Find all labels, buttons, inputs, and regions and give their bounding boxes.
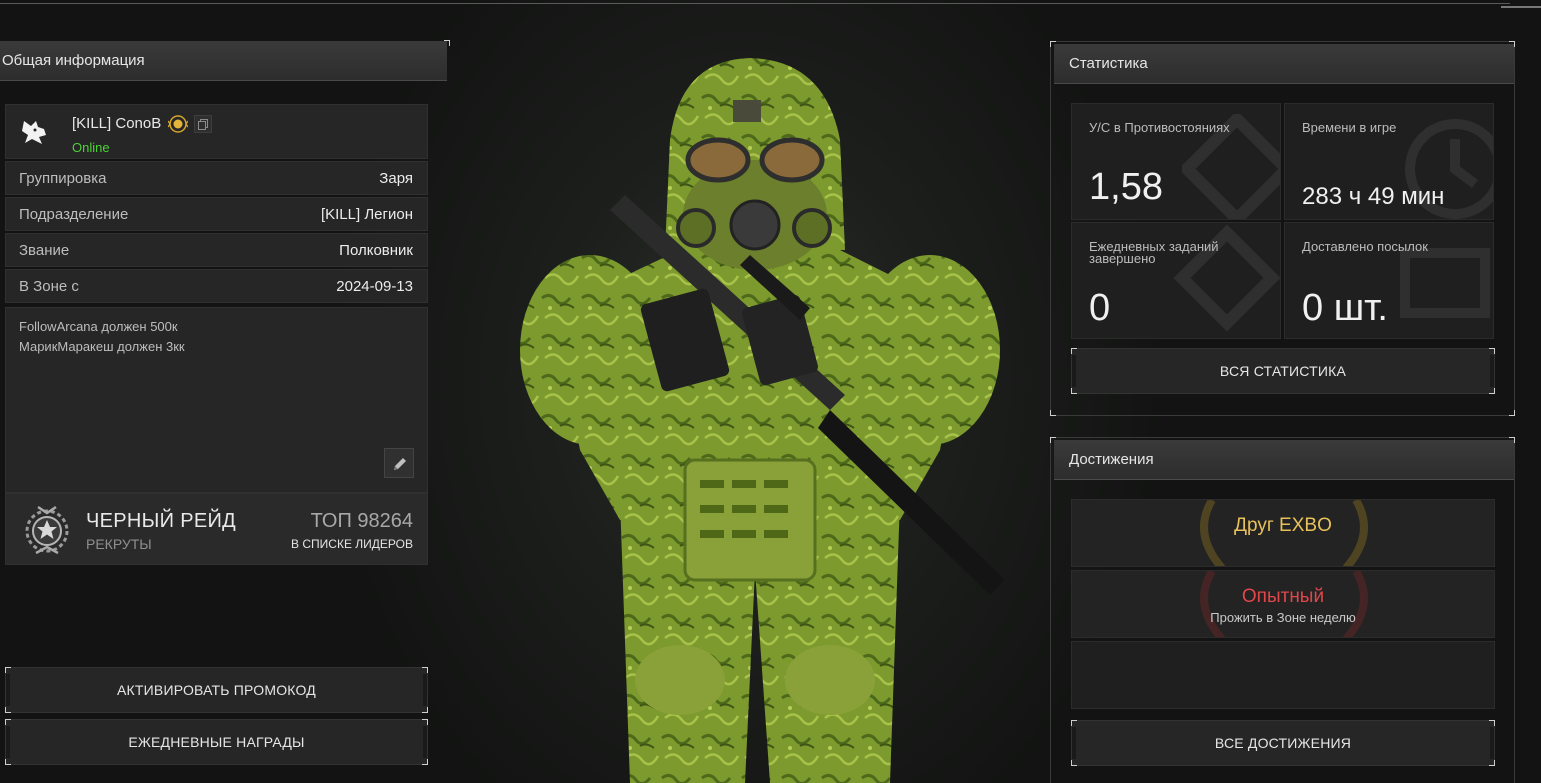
top-right-corner [1501,0,1541,8]
notes-textarea[interactable]: FollowArcana должен 500к МарикМаракеш до… [5,307,428,493]
statistics-panel: Статистика У/С в Противостояниях 1,58 Вр… [1050,41,1515,416]
button-corner [1071,760,1077,766]
character-model[interactable] [500,50,1020,783]
all-achievements-button[interactable]: ВСЕ ДОСТИЖЕНИЯ [1071,720,1495,766]
player-card: [KILL] ConoB Online [5,104,428,159]
button-edge [1490,727,1494,759]
achievement-title: Друг EXBO [1234,515,1332,536]
panel-corner [1050,410,1056,416]
raid-title: ЧЕРНЫЙ РЕЙД [86,510,236,532]
stat-kd: У/С в Противостояниях 1,58 [1071,103,1281,220]
activate-promo-button[interactable]: АКТИВИРОВАТЬ ПРОМОКОД [5,667,428,713]
panel-corner [1509,437,1515,443]
note-line: FollowArcana должен 500к [19,319,178,334]
black-raid-emblem-icon [25,505,69,555]
raid-top-rank: ТОП 98264 [310,510,413,532]
note-line: МарикМаракеш должен 3кк [19,339,185,354]
info-key: В Зоне с [19,278,79,295]
general-info-panel: Общая информация [KILL] ConoB Online Гру… [0,40,450,783]
panel-corner [1509,410,1515,416]
wolf-logo-icon [22,121,46,144]
info-row-division: Подразделение [KILL] Легион [5,197,428,231]
button-corner [1489,388,1495,394]
button-corner [1071,388,1077,394]
statistics-header: Статистика [1054,44,1514,84]
info-value: 2024-09-13 [336,278,413,295]
stat-label: Доставлено посылок [1302,239,1428,254]
achievement-description: Прожить в Зоне неделю [1210,610,1356,625]
button-edge [6,726,10,758]
stat-value: 1,58 [1089,166,1163,208]
edit-pencil-icon [394,458,406,470]
button-corner [1071,348,1077,354]
achievement-experienced[interactable]: Опытный Прожить в Зоне неделю [1071,570,1495,638]
info-value: Полковник [339,242,413,259]
daily-rewards-label: ЕЖЕДНЕВНЫЕ НАГРАДЫ [128,734,305,750]
button-edge [423,674,427,706]
info-key: Звание [19,242,70,259]
black-raid-card[interactable]: ЧЕРНЫЙ РЕЙД РЕКРУТЫ ТОП 98264 В СПИСКЕ Л… [5,493,428,565]
achievement-title: Опытный [1241,586,1325,607]
stat-label: Ежедневных заданий завершено [1089,239,1219,266]
rank-badge-icon [168,115,188,133]
daily-rewards-button[interactable]: ЕЖЕДНЕВНЫЕ НАГРАДЫ [5,719,428,765]
button-corner [422,707,428,713]
button-edge [6,674,10,706]
info-value: Заря [379,170,413,187]
info-row-rank: Звание Полковник [5,233,428,267]
panel-corner [1050,41,1056,47]
button-corner [5,707,11,713]
button-corner [1489,760,1495,766]
button-edge [1072,727,1076,759]
button-corner [1489,348,1495,354]
button-edge [423,726,427,758]
button-edge [1490,355,1494,387]
info-key: Группировка [19,170,107,187]
stat-parcels: Доставлено посылок 0 шт. [1284,222,1494,339]
button-corner [422,759,428,765]
button-corner [5,759,11,765]
edit-notes-button[interactable] [384,448,414,478]
stat-value: 0 шт. [1302,287,1388,329]
all-statistics-button[interactable]: ВСЯ СТАТИСТИКА [1071,348,1495,394]
raid-leaders-label: В СПИСКЕ ЛИДЕРОВ [291,537,413,551]
general-info-header: Общая информация [0,41,447,81]
panel-corner [444,40,450,46]
button-edge [1072,355,1076,387]
top-divider [0,3,1510,4]
raid-subtitle: РЕКРУТЫ [86,536,152,552]
online-status: Online [72,140,110,155]
stat-playtime: Времени в игре 283 ч 49 мин [1284,103,1494,220]
button-corner [1071,720,1077,726]
info-row-zone-since: В Зоне с 2024-09-13 [5,269,428,303]
activate-promo-label: АКТИВИРОВАТЬ ПРОМОКОД [117,682,316,698]
player-name: [KILL] ConoB [72,115,162,132]
button-corner [422,719,428,725]
stat-daily-tasks: Ежедневных заданий завершено 0 [1071,222,1281,339]
panel-corner [1050,437,1056,443]
button-corner [422,667,428,673]
stat-label: Времени в игре [1302,120,1397,135]
button-corner [5,719,11,725]
info-value: [KILL] Легион [320,206,413,223]
stat-value: 0 [1089,287,1111,329]
stat-label: У/С в Противостояниях [1089,120,1230,135]
all-statistics-label: ВСЯ СТАТИСТИКА [1219,363,1347,379]
achievement-empty-slot [1071,641,1495,709]
all-achievements-label: ВСЕ ДОСТИЖЕНИЯ [1214,735,1352,751]
achievements-panel: Достижения Друг EXBO Опытный Прожить в З… [1050,437,1515,783]
button-corner [5,667,11,673]
button-corner [1489,720,1495,726]
copy-icon[interactable] [194,115,212,133]
panel-corner [1509,41,1515,47]
achievements-header: Достижения [1054,440,1514,480]
achievement-exbo-friend[interactable]: Друг EXBO [1071,499,1495,567]
stat-value: 283 ч 49 мин [1302,183,1445,210]
info-row-group: Группировка Заря [5,161,428,195]
info-key: Подразделение [19,206,129,223]
